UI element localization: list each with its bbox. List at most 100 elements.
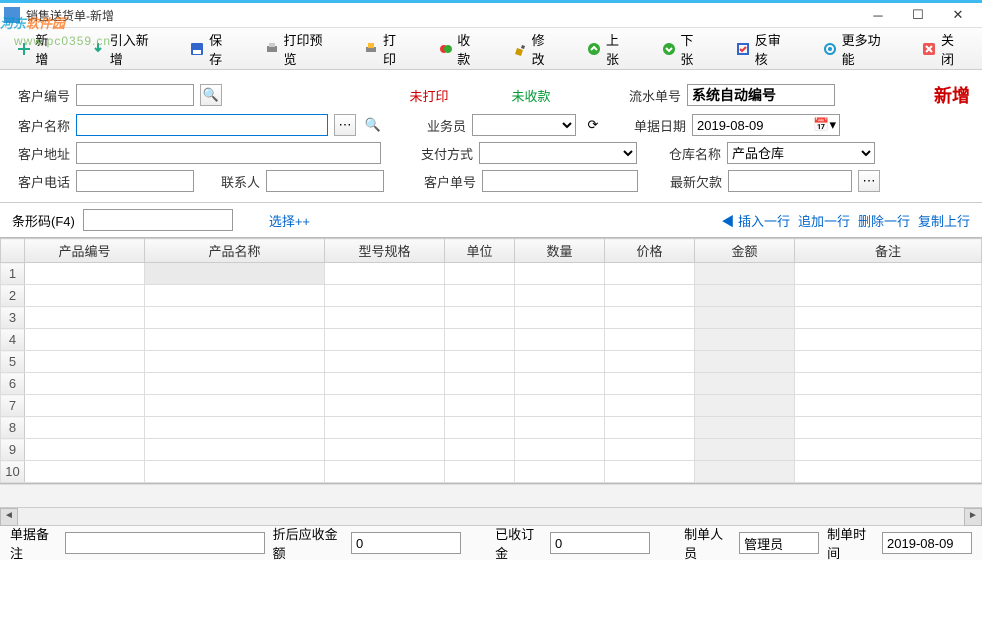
table-row[interactable]: 10 <box>1 461 982 483</box>
grid-cell[interactable] <box>795 395 982 417</box>
minimize-button[interactable]: ─ <box>858 3 898 27</box>
grid-cell[interactable] <box>795 285 982 307</box>
col-price[interactable]: 价格 <box>605 239 695 263</box>
cust-no-input[interactable] <box>76 84 194 106</box>
grid-cell[interactable] <box>445 329 515 351</box>
grid-cell[interactable] <box>605 439 695 461</box>
col-product-no[interactable]: 产品编号 <box>25 239 145 263</box>
grid-cell[interactable] <box>445 263 515 285</box>
more-button[interactable]: 更多功能 <box>816 26 897 72</box>
grid-cell[interactable] <box>605 329 695 351</box>
grid-cell[interactable] <box>25 395 145 417</box>
unaudit-button[interactable]: 反审核 <box>729 26 798 72</box>
grid-cell[interactable] <box>145 417 325 439</box>
grid-cell[interactable] <box>515 351 605 373</box>
save-button[interactable]: 保存 <box>184 26 240 72</box>
grid-cell[interactable] <box>145 285 325 307</box>
grid-cell[interactable] <box>445 307 515 329</box>
prev-button[interactable]: 上张 <box>581 26 637 72</box>
pay-select[interactable] <box>479 142 637 164</box>
grid-cell[interactable] <box>515 395 605 417</box>
grid-cell[interactable] <box>145 263 325 285</box>
grid-cell[interactable] <box>795 263 982 285</box>
table-row[interactable]: 9 <box>1 439 982 461</box>
grid-cell[interactable] <box>515 417 605 439</box>
discount-input[interactable] <box>351 532 461 554</box>
grid-cell[interactable] <box>605 351 695 373</box>
data-grid[interactable]: 产品编号 产品名称 型号规格 单位 数量 价格 金额 备注 1234567891… <box>0 237 982 484</box>
grid-cell[interactable] <box>325 351 445 373</box>
delete-row-link[interactable]: 删除一行 <box>858 211 910 230</box>
grid-cell[interactable] <box>325 373 445 395</box>
calendar-icon[interactable]: 📅▾ <box>813 117 836 133</box>
table-row[interactable]: 4 <box>1 329 982 351</box>
grid-cell[interactable] <box>515 373 605 395</box>
maketime-input[interactable] <box>882 532 972 554</box>
scroll-left-button[interactable]: ◄ <box>0 508 18 526</box>
col-unit[interactable]: 单位 <box>445 239 515 263</box>
grid-cell[interactable] <box>325 285 445 307</box>
serial-input[interactable] <box>687 84 835 106</box>
grid-cell[interactable] <box>605 263 695 285</box>
receipt-button[interactable]: 收款 <box>432 26 488 72</box>
table-row[interactable]: 5 <box>1 351 982 373</box>
grid-cell[interactable] <box>325 439 445 461</box>
grid-cell[interactable] <box>695 373 795 395</box>
copy-row-link[interactable]: 复制上行 <box>918 211 970 230</box>
warehouse-select[interactable]: 产品仓库 <box>727 142 875 164</box>
cust-name-search-button[interactable]: 🔍 <box>362 114 384 136</box>
grid-cell[interactable] <box>325 329 445 351</box>
grid-cell[interactable] <box>605 307 695 329</box>
grid-cell[interactable] <box>795 439 982 461</box>
grid-cell[interactable] <box>695 263 795 285</box>
col-spec[interactable]: 型号规格 <box>325 239 445 263</box>
table-row[interactable]: 3 <box>1 307 982 329</box>
grid-cell[interactable] <box>25 351 145 373</box>
grid-cell[interactable] <box>145 373 325 395</box>
grid-cell[interactable] <box>515 461 605 483</box>
grid-cell[interactable] <box>515 285 605 307</box>
grid-cell[interactable] <box>695 307 795 329</box>
grid-cell[interactable] <box>605 395 695 417</box>
grid-cell[interactable] <box>695 461 795 483</box>
grid-cell[interactable] <box>605 461 695 483</box>
horizontal-scrollbar[interactable]: ◄ ► <box>0 508 982 526</box>
new-button[interactable]: 新增 <box>10 26 66 72</box>
col-remark[interactable]: 备注 <box>795 239 982 263</box>
grid-cell[interactable] <box>695 285 795 307</box>
grid-cell[interactable] <box>25 329 145 351</box>
barcode-input[interactable] <box>83 209 233 231</box>
grid-cell[interactable] <box>515 307 605 329</box>
next-button[interactable]: 下张 <box>655 26 711 72</box>
cust-name-lookup-button[interactable]: ⋯ <box>334 114 356 136</box>
table-row[interactable]: 2 <box>1 285 982 307</box>
grid-cell[interactable] <box>795 329 982 351</box>
grid-cell[interactable] <box>695 329 795 351</box>
grid-cell[interactable] <box>25 307 145 329</box>
grid-cell[interactable] <box>325 263 445 285</box>
grid-cell[interactable] <box>515 263 605 285</box>
grid-cell[interactable] <box>25 417 145 439</box>
table-row[interactable]: 8 <box>1 417 982 439</box>
grid-cell[interactable] <box>25 373 145 395</box>
scroll-right-button[interactable]: ► <box>964 508 982 526</box>
grid-cell[interactable] <box>325 307 445 329</box>
print-preview-button[interactable]: 打印预览 <box>258 26 339 72</box>
grid-cell[interactable] <box>795 417 982 439</box>
grid-cell[interactable] <box>145 461 325 483</box>
grid-cell[interactable] <box>695 351 795 373</box>
custorder-input[interactable] <box>482 170 638 192</box>
col-product-name[interactable]: 产品名称 <box>145 239 325 263</box>
grid-cell[interactable] <box>515 329 605 351</box>
cust-name-input[interactable] <box>76 114 328 136</box>
grid-cell[interactable] <box>145 395 325 417</box>
grid-cell[interactable] <box>795 351 982 373</box>
remark-input[interactable] <box>65 532 265 554</box>
append-row-link[interactable]: 追加一行 <box>798 211 850 230</box>
lastdebt-more-button[interactable]: ⋯ <box>858 170 880 192</box>
cust-tel-input[interactable] <box>76 170 194 192</box>
modify-button[interactable]: 修改 <box>506 26 562 72</box>
grid-cell[interactable] <box>445 395 515 417</box>
grid-cell[interactable] <box>695 395 795 417</box>
cust-addr-input[interactable] <box>76 142 381 164</box>
